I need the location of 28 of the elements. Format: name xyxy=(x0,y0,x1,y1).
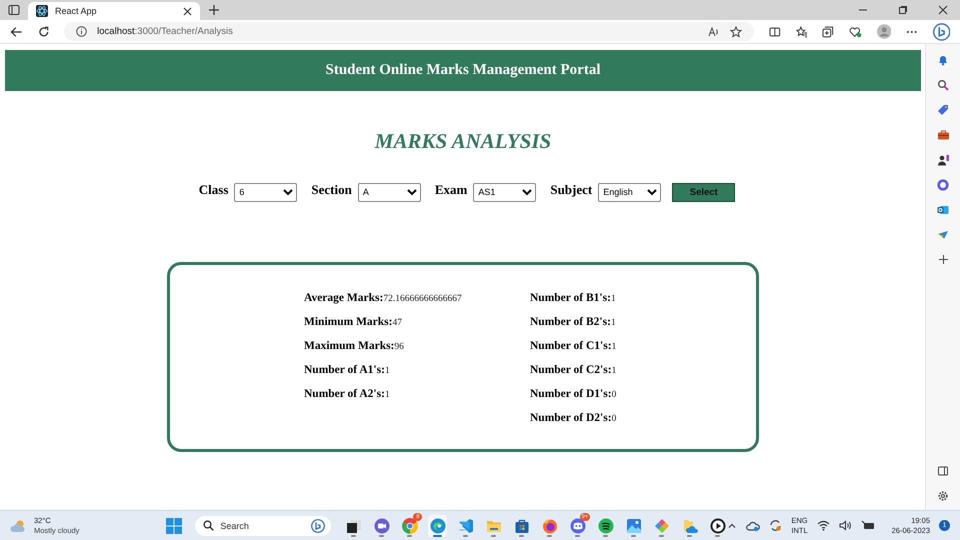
taskbar-search-field[interactable]: Search xyxy=(195,516,332,536)
address-bar[interactable]: localhost:3000/Teacher/Analysis xyxy=(64,22,754,41)
stat-line: Number of C1's:1 xyxy=(530,339,618,354)
filter-label: Section xyxy=(311,182,352,198)
stat-line: Average Marks:72.16666666666667 xyxy=(304,291,463,306)
stat-line: Maximum Marks:96 xyxy=(304,339,405,354)
stat-line: Minimum Marks:47 xyxy=(304,315,403,330)
filter-label: Class xyxy=(198,182,228,198)
page-heading: MARKS ANALYSIS xyxy=(374,129,552,154)
url-text: localhost:3000/Teacher/Analysis xyxy=(97,26,233,37)
tab-title: React App xyxy=(55,6,98,16)
filter-label: Subject xyxy=(550,182,592,198)
filter-dropdown[interactable]: AS1 xyxy=(473,182,536,202)
stat-line: Number of B1's:1 xyxy=(530,291,617,306)
stat-line: Number of D2's:0 xyxy=(530,411,618,426)
stat-line: Number of D1's:0 xyxy=(530,387,618,402)
filter-dropdown[interactable]: A xyxy=(358,182,421,202)
stat-line: Number of B2's:1 xyxy=(530,315,617,330)
stat-line: Number of C2's:1 xyxy=(530,363,618,378)
stat-line: Number of A1's:1 xyxy=(304,363,391,378)
filter-label: Exam xyxy=(434,182,468,198)
filter-dropdown[interactable]: 6 xyxy=(234,182,298,202)
select-button[interactable]: Select xyxy=(672,182,736,202)
browser-tab[interactable]: React App xyxy=(28,2,200,20)
portal-title: Student Online Marks Management Portal xyxy=(326,62,600,79)
stat-line: Number of A2's:1 xyxy=(304,387,391,402)
search-placeholder: Search xyxy=(220,520,250,530)
filter-dropdown[interactable]: English xyxy=(598,182,662,202)
